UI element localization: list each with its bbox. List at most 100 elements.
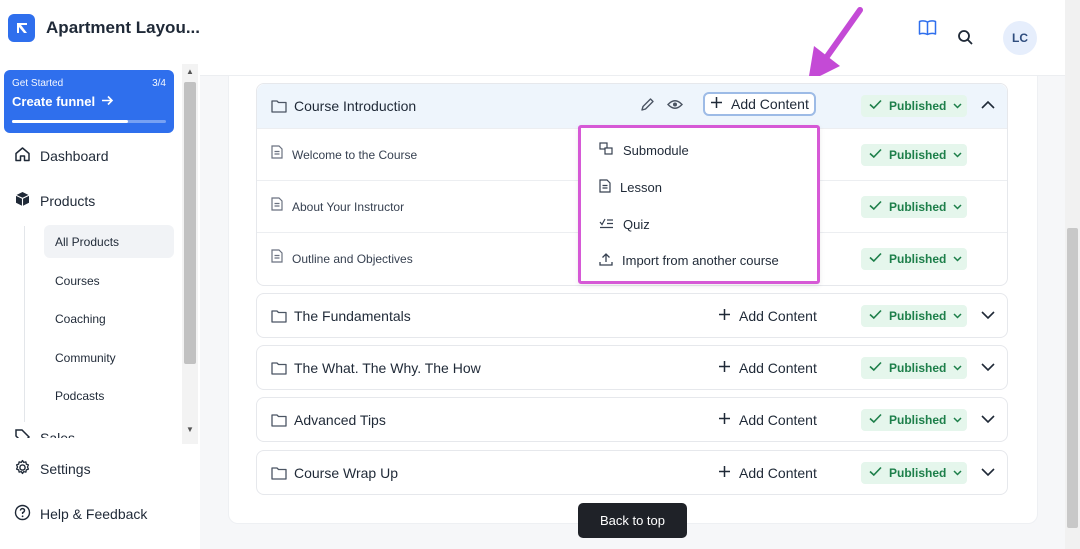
submodule-icon (599, 142, 614, 159)
sidebar-item-podcasts[interactable]: Podcasts (44, 379, 174, 412)
module-course-wrap-up: Course Wrap Up Add Content Published (256, 450, 1008, 495)
status-badge[interactable]: Published (861, 248, 967, 270)
folder-icon (271, 99, 287, 113)
sidebar-item-label: Products (40, 192, 96, 209)
plus-icon (710, 96, 723, 112)
module-header[interactable]: Advanced Tips Add Content Published (257, 398, 1007, 442)
status-badge[interactable]: Published (861, 196, 967, 218)
page-scroll-thumb[interactable] (1067, 228, 1078, 528)
arrow-right-icon (101, 94, 114, 109)
search-icon[interactable] (955, 27, 975, 47)
sidebar-item-label: Dashboard (40, 147, 109, 164)
sidebar-item-settings[interactable]: Settings (14, 459, 91, 479)
status-badge[interactable]: Published (861, 357, 967, 379)
sidebar-item-label: Sales (40, 429, 76, 439)
create-funnel-link[interactable]: Create funnel (12, 94, 95, 109)
module-title: The What. The Why. The How (294, 360, 481, 376)
funnel-progress-text: 3/4 (152, 78, 166, 89)
funnel-progress-bar (12, 120, 166, 123)
scroll-down-icon[interactable]: ▼ (186, 425, 194, 434)
scroll-up-icon[interactable]: ▲ (186, 67, 194, 76)
module-header[interactable]: The Fundamentals Add Content Published (257, 294, 1007, 338)
eye-icon[interactable] (667, 97, 683, 117)
box-icon (14, 191, 31, 210)
check-icon (869, 309, 882, 323)
add-content-label: Add Content (739, 412, 817, 428)
pencil-icon[interactable] (640, 97, 655, 117)
status-label: Published (889, 99, 947, 113)
app-logo-icon[interactable] (8, 14, 36, 42)
funnel-progress-fill (12, 120, 128, 123)
chevron-down-icon[interactable] (980, 411, 996, 427)
lesson-title: About Your Instructor (292, 199, 405, 214)
module-header[interactable]: Course Wrap Up Add Content Published (257, 451, 1007, 495)
lesson-title: Welcome to the Course (292, 147, 418, 162)
module-the-fundamentals: The Fundamentals Add Content Published (256, 293, 1008, 338)
check-icon (869, 200, 882, 214)
menu-item-label: Submodule (623, 143, 689, 158)
add-content-button[interactable]: Add Content (711, 303, 824, 329)
add-content-button[interactable]: Add Content (703, 92, 816, 116)
status-label: Published (889, 200, 947, 214)
chevron-down-icon (953, 468, 962, 479)
create-funnel-card[interactable]: Get Started 3/4 Create funnel (4, 70, 174, 133)
sidebar-scroll-thumb[interactable] (184, 82, 196, 364)
nav-tree-line (24, 226, 25, 422)
chevron-down-icon[interactable] (980, 359, 996, 375)
sidebar-item-all-products[interactable]: All Products (44, 225, 174, 258)
status-label: Published (889, 148, 947, 162)
menu-item-import[interactable]: Import from another course (599, 252, 779, 269)
sidebar-item-coaching[interactable]: Coaching (44, 302, 174, 335)
document-icon (271, 197, 283, 216)
module-header[interactable]: Course Introduction Add Content Publishe… (257, 84, 1007, 128)
add-content-dropdown: Submodule Lesson Quiz Import from anothe… (578, 125, 820, 284)
menu-item-label: Import from another course (622, 253, 779, 268)
sidebar-nav: Dashboard Products All Products Courses … (0, 138, 182, 438)
top-bar (200, 0, 1065, 76)
status-badge[interactable]: Published (861, 462, 967, 484)
document-icon (599, 179, 611, 196)
status-badge[interactable]: Published (861, 305, 967, 327)
folder-icon (271, 466, 287, 480)
status-badge[interactable]: Published (861, 409, 967, 431)
status-badge[interactable]: Published (861, 95, 967, 117)
sidebar-item-label: Help & Feedback (40, 506, 148, 522)
funnel-label: Get Started (12, 78, 64, 89)
chevron-down-icon (953, 202, 962, 213)
sidebar-item-courses[interactable]: Courses (44, 264, 174, 297)
folder-icon (271, 309, 287, 323)
add-content-button[interactable]: Add Content (711, 407, 824, 433)
sidebar-scrollbar[interactable]: ▲ ▼ (182, 64, 198, 444)
chevron-down-icon[interactable] (980, 464, 996, 480)
plus-icon (718, 465, 731, 481)
sidebar-item-products[interactable]: Products (14, 191, 95, 210)
chevron-down-icon[interactable] (980, 307, 996, 323)
menu-item-submodule[interactable]: Submodule (599, 142, 689, 159)
app-title[interactable]: Apartment Layou... (46, 18, 200, 38)
book-icon[interactable] (917, 17, 937, 37)
add-content-button[interactable]: Add Content (711, 460, 824, 486)
check-icon (869, 361, 882, 375)
status-label: Published (889, 309, 947, 323)
add-content-button[interactable]: Add Content (711, 355, 824, 381)
document-icon (271, 145, 283, 164)
sidebar-item-dashboard[interactable]: Dashboard (14, 146, 109, 165)
status-label: Published (889, 466, 947, 480)
menu-item-lesson[interactable]: Lesson (599, 179, 662, 196)
sidebar-item-help[interactable]: Help & Feedback (14, 504, 147, 524)
folder-icon (271, 361, 287, 375)
document-icon (271, 249, 283, 268)
back-to-top-button[interactable]: Back to top (578, 503, 687, 538)
user-avatar[interactable]: LC (1003, 21, 1037, 55)
menu-item-quiz[interactable]: Quiz (599, 216, 650, 232)
status-badge[interactable]: Published (861, 144, 967, 166)
sidebar-item-sales[interactable]: Sales (14, 428, 75, 438)
menu-item-label: Lesson (620, 180, 662, 195)
page-scrollbar[interactable] (1065, 0, 1080, 549)
chevron-up-icon[interactable] (980, 97, 996, 113)
module-title: Course Introduction (294, 98, 417, 114)
checklist-icon (599, 216, 614, 232)
module-header[interactable]: The What. The Why. The How Add Content P… (257, 346, 1007, 390)
folder-icon (271, 413, 287, 427)
sidebar-item-community[interactable]: Community (44, 341, 174, 374)
